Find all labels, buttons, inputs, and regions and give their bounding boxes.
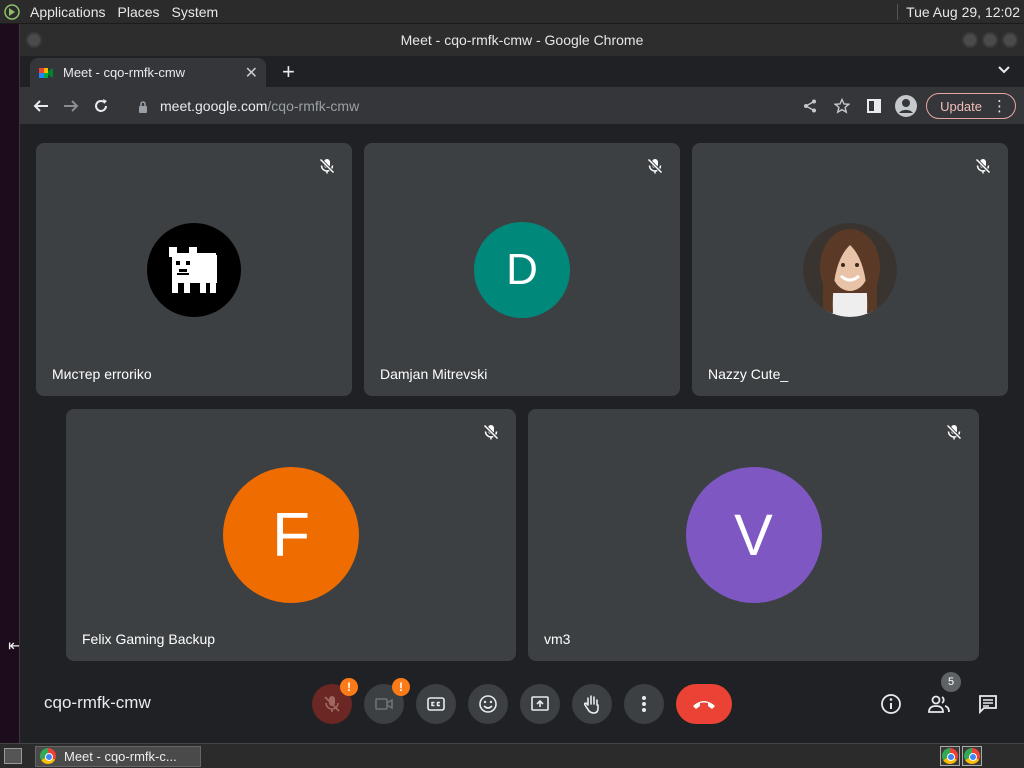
panel-clock[interactable]: Tue Aug 29, 12:02 — [897, 3, 1020, 20]
bookmark-star-icon[interactable] — [826, 90, 858, 122]
captions-button[interactable] — [416, 684, 456, 724]
workspace-switcher[interactable] — [940, 746, 982, 766]
raise-hand-button[interactable] — [572, 684, 612, 724]
meeting-details-button[interactable] — [873, 686, 909, 722]
participant-tile[interactable]: V vm3 — [528, 409, 979, 661]
meeting-code[interactable]: cqo-rmfk-cmw — [44, 693, 151, 713]
system-menu[interactable]: System — [166, 0, 225, 24]
participant-name: Damjan Mitrevski — [380, 366, 488, 382]
url-path: /cqo-rmfk-cmw — [267, 98, 360, 114]
workspace-2[interactable] — [962, 746, 982, 766]
camera-off-icon — [375, 698, 393, 710]
mic-warning-badge: ! — [340, 678, 358, 696]
taskbar-item-label: Meet - cqo-rmfk-c... — [64, 748, 177, 764]
more-options-button[interactable] — [624, 684, 664, 724]
participant-avatar: F — [223, 467, 359, 603]
window-title: Meet - cqo-rmfk-cmw - Google Chrome — [400, 32, 644, 48]
participant-name: vm3 — [544, 631, 571, 647]
chat-button[interactable] — [970, 686, 1006, 722]
share-icon[interactable] — [794, 90, 826, 122]
tab-close-icon[interactable]: ✕ — [245, 63, 258, 83]
browser-toolbar: meet.google.com/cqo-rmfk-cmw Update ⋮ — [20, 87, 1024, 125]
new-tab-button[interactable]: + — [282, 59, 295, 85]
people-icon — [928, 695, 950, 713]
end-call-icon — [693, 701, 715, 709]
minimize-button[interactable] — [962, 32, 978, 48]
reload-icon[interactable] — [86, 91, 116, 121]
meet-control-bar: cqo-rmfk-cmw ! ! 5 — [20, 672, 1024, 742]
close-window-button[interactable] — [1002, 32, 1018, 48]
participant-tile[interactable]: Мистер erroriko — [36, 143, 352, 396]
chrome-icon — [964, 748, 980, 764]
info-icon — [881, 694, 901, 714]
participant-tile[interactable]: F Felix Gaming Backup — [66, 409, 516, 661]
update-label: Update — [940, 98, 982, 114]
hand-icon — [583, 695, 599, 714]
url-host: meet.google.com — [160, 98, 268, 114]
update-button[interactable]: Update ⋮ — [926, 93, 1016, 119]
avatar-letter: V — [734, 502, 773, 568]
tab-meet[interactable]: Meet - cqo-rmfk-cmw ✕ — [30, 58, 266, 87]
chat-icon — [979, 695, 997, 715]
camera-button[interactable]: ! — [364, 678, 410, 724]
present-screen-icon — [531, 696, 549, 711]
tab-strip: Meet - cqo-rmfk-cmw ✕ + — [20, 56, 1024, 87]
places-menu[interactable]: Places — [112, 0, 166, 24]
reactions-button[interactable] — [468, 684, 508, 724]
bottom-taskbar: Meet - cqo-rmfk-c... — [0, 743, 1024, 768]
kebab-menu-icon[interactable]: ⋮ — [992, 97, 1007, 115]
tab-title: Meet - cqo-rmfk-cmw — [63, 65, 186, 80]
maximize-button[interactable] — [982, 32, 998, 48]
address-bar[interactable]: meet.google.com/cqo-rmfk-cmw — [130, 92, 810, 120]
workspace-1[interactable] — [940, 746, 960, 766]
show-desktop-icon[interactable] — [4, 748, 22, 764]
lock-icon[interactable] — [138, 100, 148, 113]
taskbar-item-chrome[interactable]: Meet - cqo-rmfk-c... — [35, 745, 201, 767]
mic-off-icon — [974, 157, 992, 175]
chrome-window: Meet - cqo-rmfk-cmw - Google Chrome Meet… — [19, 24, 1024, 743]
meet-favicon-icon — [38, 65, 54, 81]
camera-warning-badge: ! — [392, 678, 410, 696]
emoji-icon — [479, 695, 497, 713]
more-vert-icon — [642, 696, 646, 712]
mic-off-icon — [318, 157, 336, 175]
window-menu-button[interactable] — [26, 32, 42, 48]
back-arrow-icon[interactable] — [26, 91, 56, 121]
chrome-icon — [942, 748, 958, 764]
mic-off-icon — [482, 423, 500, 441]
participant-avatar: D — [474, 221, 570, 318]
avatar-letter: D — [506, 244, 538, 294]
meet-area: Мистер erroriko D Damjan Mitrevski Nazzy… — [20, 125, 1024, 743]
chrome-icon — [40, 748, 56, 764]
participant-name: Мистер erroriko — [52, 366, 152, 382]
tab-search-chevron-icon[interactable] — [998, 61, 1010, 77]
people-count-badge: 5 — [941, 672, 961, 692]
closed-captions-icon — [427, 697, 445, 711]
profile-avatar-icon[interactable] — [890, 90, 922, 122]
mic-off-icon — [324, 696, 340, 712]
window-titlebar[interactable]: Meet - cqo-rmfk-cmw - Google Chrome — [20, 24, 1024, 56]
participant-avatar — [147, 222, 241, 317]
participant-name: Nazzy Cute_ — [708, 366, 789, 382]
participant-name: Felix Gaming Backup — [82, 631, 216, 647]
participant-tile[interactable]: D Damjan Mitrevski — [364, 143, 680, 396]
top-panel: Applications Places System Tue Aug 29, 1… — [0, 0, 1024, 24]
microphone-button[interactable]: ! — [312, 678, 358, 724]
avatar-letter: F — [272, 500, 310, 570]
leave-call-button[interactable] — [676, 684, 732, 724]
side-panel-icon[interactable] — [858, 90, 890, 122]
applications-menu[interactable]: Applications — [24, 0, 112, 24]
participant-avatar — [803, 222, 897, 317]
forward-arrow-icon[interactable] — [56, 91, 86, 121]
gnome-foot-icon[interactable] — [0, 0, 24, 24]
mic-off-icon — [646, 157, 664, 175]
present-screen-button[interactable] — [520, 684, 560, 724]
mic-off-icon — [945, 423, 963, 441]
participant-avatar: V — [685, 467, 822, 603]
participant-tile[interactable]: Nazzy Cute_ — [692, 143, 1008, 396]
